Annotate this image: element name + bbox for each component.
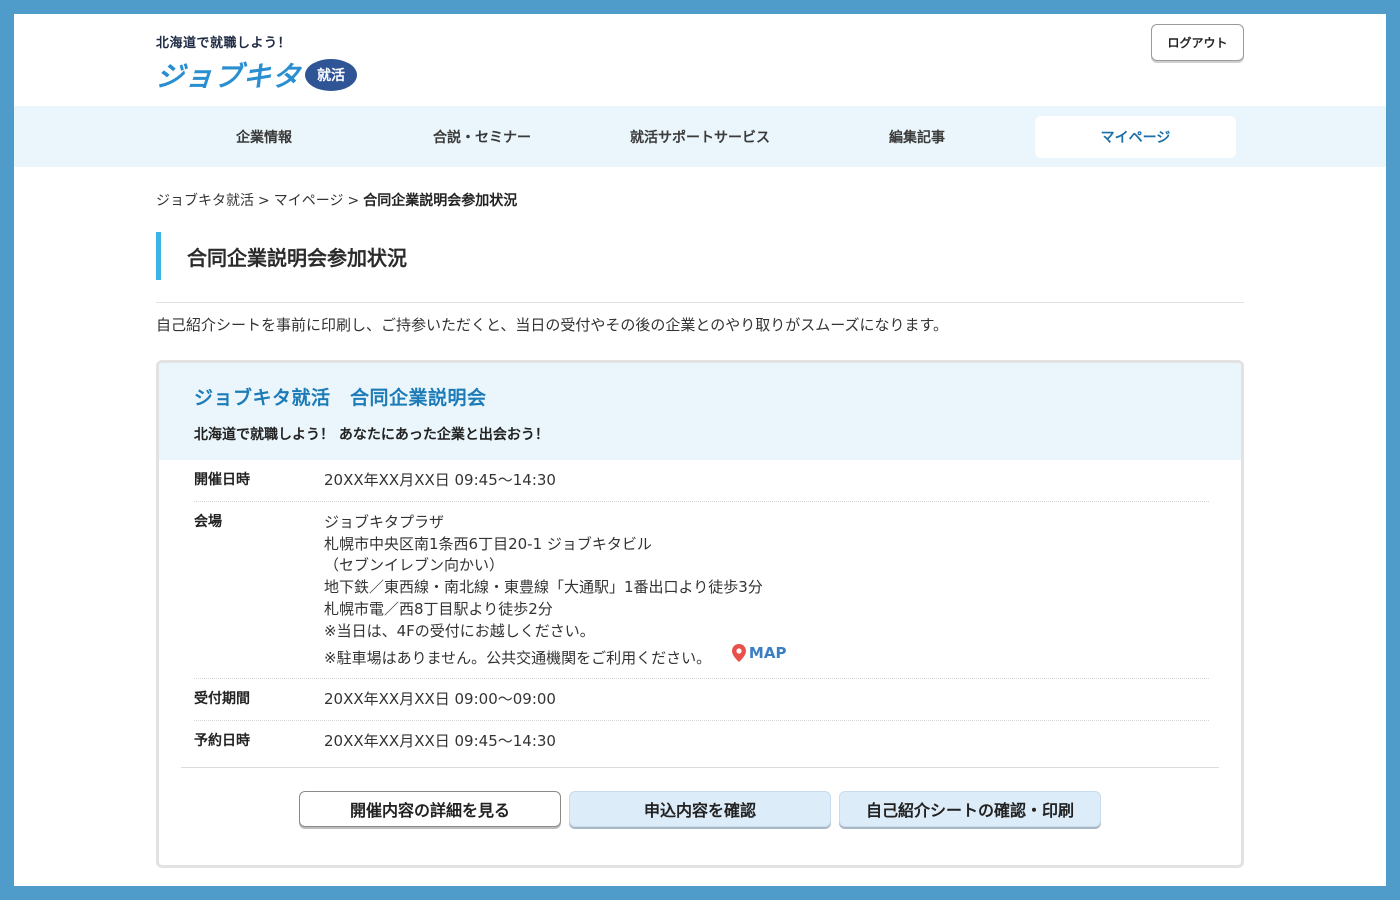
global-nav: 企業情報 合説・セミナー 就活サポートサービス 編集記事 マイページ: [14, 106, 1386, 167]
logo-tagline: 北海道で就職しよう！: [156, 36, 292, 51]
logo-row: ジョブキタ 就活: [154, 55, 358, 95]
site-logo[interactable]: 北海道で就職しよう！ ジョブキタ 就活: [154, 32, 358, 95]
venue-line: ※駐車場はありません。公共交通機関をご利用ください。: [324, 648, 712, 667]
print-sheet-button[interactable]: 自己紹介シートの確認・印刷: [839, 791, 1101, 827]
nav-item-company-info[interactable]: 企業情報: [164, 116, 364, 158]
info-label: 会場: [194, 513, 222, 530]
nav-item-articles[interactable]: 編集記事: [817, 116, 1017, 158]
map-link-label: MAP: [748, 643, 787, 662]
venue-line: ジョブキタプラザ: [324, 512, 445, 531]
info-value-venue: ジョブキタプラザ 札幌市中央区南1条西6丁目20-1 ジョブキタビル （セブンイ…: [324, 512, 786, 669]
nav-item-seminar[interactable]: 合説・セミナー: [382, 116, 582, 158]
event-title: ジョブキタ就活 合同企業説明会: [194, 387, 487, 409]
card-divider: [181, 767, 1219, 768]
venue-line: 札幌市中央区南1条西6丁目20-1 ジョブキタビル: [324, 534, 652, 553]
breadcrumb-separator: >: [258, 193, 270, 209]
breadcrumb-link-home[interactable]: ジョブキタ就活: [156, 193, 254, 209]
info-label: 開催日時: [194, 472, 250, 488]
nav-item-support[interactable]: 就活サポートサービス: [600, 116, 800, 158]
intro-text: 自己紹介シートを事前に印刷し、ご持参いただくと、当日の受付やその後の企業とのやり…: [156, 316, 949, 334]
event-card: ジョブキタ就活 合同企業説明会 北海道で就職しよう！ あなたにあった企業と出会お…: [156, 360, 1244, 868]
event-subtitle: 北海道で就職しよう！ あなたにあった企業と出会おう！: [194, 427, 549, 443]
info-label: 予約日時: [194, 733, 250, 750]
map-pin-icon: [731, 644, 746, 663]
breadcrumb-link-mypage[interactable]: マイページ: [274, 193, 344, 209]
logout-button[interactable]: ログアウト: [1151, 24, 1244, 61]
site-header: 北海道で就職しよう！ ジョブキタ 就活 ログアウト: [14, 14, 1386, 106]
event-card-header: ジョブキタ就活 合同企業説明会 北海道で就職しよう！ あなたにあった企業と出会お…: [159, 363, 1241, 460]
info-value-reservation: 20XX年XX月XX日 09:45〜14:30: [324, 732, 556, 751]
page-title-block: 合同企業説明会参加状況: [156, 232, 407, 280]
title-divider: [156, 302, 1244, 303]
event-info-list: 開催日時 20XX年XX月XX日 09:45〜14:30 会場 ジョブキタプラザ…: [159, 460, 1241, 762]
venue-line: （セブンイレブン向かい）: [324, 556, 505, 575]
view-details-button[interactable]: 開催内容の詳細を見る: [299, 791, 561, 827]
venue-line: 札幌市電／西8丁目駅より徒歩2分: [324, 599, 553, 618]
nav-item-mypage[interactable]: マイページ: [1035, 116, 1236, 158]
breadcrumb-current: 合同企業説明会参加状況: [363, 193, 518, 209]
info-row-venue: 会場 ジョブキタプラザ 札幌市中央区南1条西6丁目20-1 ジョブキタビル （セ…: [194, 502, 1209, 680]
page-title: 合同企業説明会参加状況: [187, 245, 407, 270]
logo-badge: 就活: [305, 59, 358, 91]
page-frame: 北海道で就職しよう！ ジョブキタ 就活 ログアウト 企業情報 合説・セミナー 就…: [14, 14, 1386, 886]
map-link[interactable]: MAP: [731, 643, 787, 665]
info-row-reservation: 予約日時 20XX年XX月XX日 09:45〜14:30: [194, 721, 1209, 762]
breadcrumb: ジョブキタ就活 > マイページ > 合同企業説明会参加状況: [156, 190, 517, 210]
breadcrumb-separator: >: [347, 193, 360, 209]
venue-line-last: ※駐車場はありません。公共交通機関をご利用ください。 MAP: [324, 643, 786, 670]
logo-wordmark: ジョブキタ: [154, 60, 303, 93]
confirm-application-button[interactable]: 申込内容を確認: [569, 791, 831, 827]
venue-line: 地下鉄／東西線・南北線・東豊線「大通駅」1番出口より徒歩3分: [324, 578, 763, 597]
info-label: 受付期間: [194, 691, 250, 708]
info-row-date: 開催日時 20XX年XX月XX日 09:45〜14:30: [194, 460, 1209, 502]
info-value-reception: 20XX年XX月XX日 09:00〜09:00: [324, 690, 556, 709]
venue-line: ※当日は、4Fの受付にお越しください。: [324, 621, 595, 640]
info-row-reception: 受付期間 20XX年XX月XX日 09:00〜09:00: [194, 679, 1209, 722]
info-value-date: 20XX年XX月XX日 09:45〜14:30: [324, 471, 556, 489]
